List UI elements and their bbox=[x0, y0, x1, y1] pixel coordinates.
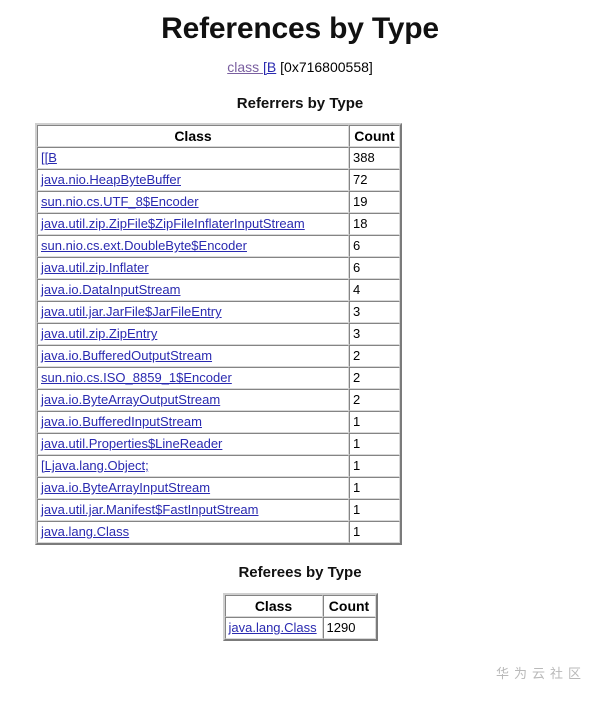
class-link[interactable]: java.lang.Class bbox=[41, 524, 129, 539]
cell-class: java.lang.Class bbox=[37, 521, 349, 543]
object-class-keyword-link[interactable]: class bbox=[227, 59, 263, 75]
class-link[interactable]: java.io.DataInputStream bbox=[41, 282, 180, 297]
referees-section-heading: Referees by Type bbox=[238, 564, 362, 581]
referrers-table-header-row: Class Count bbox=[37, 125, 400, 147]
table-row: [Ljava.lang.Object; 1 bbox=[37, 455, 400, 477]
class-link[interactable]: java.util.jar.JarFile$JarFileEntry bbox=[41, 304, 222, 319]
column-header-class: Class bbox=[224, 595, 323, 617]
cell-count: 18 bbox=[349, 213, 400, 235]
object-address-text: [0x716800558] bbox=[276, 59, 373, 75]
class-link[interactable]: java.lang.Class bbox=[229, 620, 317, 635]
cell-count: 4 bbox=[349, 279, 400, 301]
class-link[interactable]: sun.nio.cs.ext.DoubleByte$Encoder bbox=[41, 238, 247, 253]
table-row: java.util.zip.ZipFile$ZipFileInflaterInp… bbox=[37, 213, 400, 235]
class-link[interactable]: java.util.zip.ZipFile$ZipFileInflaterInp… bbox=[41, 216, 305, 231]
class-link[interactable]: [[B bbox=[41, 150, 57, 165]
cell-count: 3 bbox=[349, 301, 400, 323]
table-row: java.io.DataInputStream 4 bbox=[37, 279, 400, 301]
class-link[interactable]: java.io.BufferedOutputStream bbox=[41, 348, 212, 363]
cell-class: java.io.DataInputStream bbox=[37, 279, 349, 301]
cell-class: java.util.jar.Manifest$FastInputStream bbox=[37, 499, 349, 521]
referrers-table-body: [[B 388 java.nio.HeapByteBuffer 72 sun.nio.c… bbox=[37, 147, 400, 543]
class-link[interactable]: sun.nio.cs.UTF_8$Encoder bbox=[41, 194, 199, 209]
table-row: sun.nio.cs.ISO_8859_1$Encoder 2 bbox=[37, 367, 400, 389]
cell-count: 1 bbox=[349, 499, 400, 521]
table-row: sun.nio.cs.ext.DoubleByte$Encoder 6 bbox=[37, 235, 400, 257]
class-link[interactable]: java.nio.HeapByteBuffer bbox=[41, 172, 181, 187]
table-row: java.util.zip.Inflater 6 bbox=[37, 257, 400, 279]
reference-report-page: References by Type class [B [0x716800558… bbox=[0, 0, 600, 707]
cell-class: java.lang.Class bbox=[224, 617, 323, 639]
watermark: 华为云社区 bbox=[495, 667, 586, 682]
cell-count: 6 bbox=[349, 235, 400, 257]
cell-count: 1 bbox=[349, 433, 400, 455]
class-link[interactable]: java.util.zip.ZipEntry bbox=[41, 326, 157, 341]
referees-table: Class Count java.lang.Class 1290 bbox=[222, 593, 378, 641]
cell-count: 3 bbox=[349, 323, 400, 345]
table-row: java.lang.Class 1290 bbox=[224, 617, 376, 639]
cell-class: java.util.jar.JarFile$JarFileEntry bbox=[37, 301, 349, 323]
cell-count: 2 bbox=[349, 345, 400, 367]
table-row: java.nio.HeapByteBuffer 72 bbox=[37, 169, 400, 191]
referees-table-header-row: Class Count bbox=[224, 595, 376, 617]
cell-count: 1290 bbox=[322, 617, 376, 639]
cell-class: java.util.Properties$LineReader bbox=[37, 433, 349, 455]
cell-count: 1 bbox=[349, 455, 400, 477]
table-row: java.util.zip.ZipEntry 3 bbox=[37, 323, 400, 345]
cell-count: 19 bbox=[349, 191, 400, 213]
table-row: java.util.Properties$LineReader 1 bbox=[37, 433, 400, 455]
class-link[interactable]: java.io.ByteArrayOutputStream bbox=[41, 392, 220, 407]
cell-count: 1 bbox=[349, 521, 400, 543]
cell-count: 388 bbox=[349, 147, 400, 169]
referees-table-wrapper: Class Count java.lang.Class 1290 bbox=[0, 583, 600, 641]
column-header-count: Count bbox=[322, 595, 376, 617]
table-row: [[B 388 bbox=[37, 147, 400, 169]
cell-class: [Ljava.lang.Object; bbox=[37, 455, 349, 477]
cell-count: 6 bbox=[349, 257, 400, 279]
class-link[interactable]: [Ljava.lang.Object; bbox=[41, 458, 149, 473]
cell-class: java.io.BufferedInputStream bbox=[37, 411, 349, 433]
cell-count: 72 bbox=[349, 169, 400, 191]
cell-count: 1 bbox=[349, 411, 400, 433]
object-class-name-link[interactable]: [B bbox=[263, 59, 276, 75]
class-link[interactable]: java.io.ByteArrayInputStream bbox=[41, 480, 210, 495]
object-reference-line: class [B [0x716800558] bbox=[0, 48, 600, 76]
class-link[interactable]: sun.nio.cs.ISO_8859_1$Encoder bbox=[41, 370, 232, 385]
cell-class: java.nio.HeapByteBuffer bbox=[37, 169, 349, 191]
cell-count: 2 bbox=[349, 389, 400, 411]
cell-class: java.util.zip.ZipFile$ZipFileInflaterInp… bbox=[37, 213, 349, 235]
page-title: References by Type bbox=[161, 12, 439, 45]
cell-class: sun.nio.cs.UTF_8$Encoder bbox=[37, 191, 349, 213]
class-link[interactable]: java.util.jar.Manifest$FastInputStream bbox=[41, 502, 259, 517]
cell-class: java.io.BufferedOutputStream bbox=[37, 345, 349, 367]
table-row: java.io.ByteArrayInputStream 1 bbox=[37, 477, 400, 499]
referees-table-body: java.lang.Class 1290 bbox=[224, 617, 376, 639]
cell-class: java.util.zip.ZipEntry bbox=[37, 323, 349, 345]
table-row: java.io.ByteArrayOutputStream 2 bbox=[37, 389, 400, 411]
class-link[interactable]: java.util.zip.Inflater bbox=[41, 260, 149, 275]
table-row: sun.nio.cs.UTF_8$Encoder 19 bbox=[37, 191, 400, 213]
class-link[interactable]: java.util.Properties$LineReader bbox=[41, 436, 222, 451]
table-row: java.io.BufferedInputStream 1 bbox=[37, 411, 400, 433]
table-row: java.util.jar.JarFile$JarFileEntry 3 bbox=[37, 301, 400, 323]
cell-class: sun.nio.cs.ISO_8859_1$Encoder bbox=[37, 367, 349, 389]
cell-class: [[B bbox=[37, 147, 349, 169]
class-link[interactable]: java.io.BufferedInputStream bbox=[41, 414, 202, 429]
cell-count: 1 bbox=[349, 477, 400, 499]
referrers-section-heading: Referrers by Type bbox=[236, 95, 364, 112]
column-header-class: Class bbox=[37, 125, 349, 147]
referrers-table: Class Count [[B 388 java.nio.HeapByteBuffe… bbox=[35, 123, 402, 545]
cell-class: sun.nio.cs.ext.DoubleByte$Encoder bbox=[37, 235, 349, 257]
column-header-count: Count bbox=[349, 125, 400, 147]
table-row: java.util.jar.Manifest$FastInputStream 1 bbox=[37, 499, 400, 521]
cell-class: java.util.zip.Inflater bbox=[37, 257, 349, 279]
table-row: java.io.BufferedOutputStream 2 bbox=[37, 345, 400, 367]
cell-class: java.io.ByteArrayOutputStream bbox=[37, 389, 349, 411]
table-row: java.lang.Class 1 bbox=[37, 521, 400, 543]
cell-count: 2 bbox=[349, 367, 400, 389]
cell-class: java.io.ByteArrayInputStream bbox=[37, 477, 349, 499]
